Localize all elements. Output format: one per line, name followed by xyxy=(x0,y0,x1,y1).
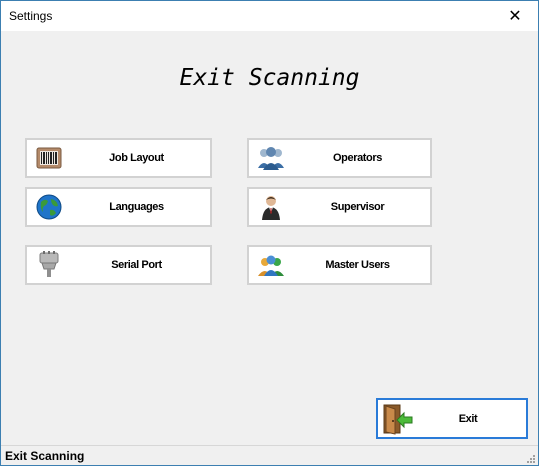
window-title: Settings xyxy=(9,9,53,23)
serial-port-icon xyxy=(39,251,59,277)
globe-icon xyxy=(36,194,62,220)
title-bar: Settings ✕ xyxy=(1,1,538,31)
operators-icon xyxy=(258,147,284,170)
exit-door-icon xyxy=(383,404,413,435)
operators-button[interactable]: Operators xyxy=(247,138,432,178)
serial-port-button[interactable]: Serial Port xyxy=(25,245,212,285)
master-users-label: Master Users xyxy=(325,259,390,271)
job-layout-label: Job Layout xyxy=(109,152,164,164)
exit-label: Exit xyxy=(458,412,478,425)
languages-button[interactable]: Languages xyxy=(25,187,212,227)
barcode-icon xyxy=(36,147,62,169)
master-users-icon xyxy=(258,255,284,276)
close-button[interactable]: ✕ xyxy=(492,1,538,31)
resize-grip-icon[interactable] xyxy=(524,452,536,464)
status-text: Exit Scanning xyxy=(5,449,85,463)
supervisor-icon xyxy=(262,196,280,220)
page-heading: Exit Scanning xyxy=(179,65,360,91)
operators-label: Operators xyxy=(333,152,382,164)
status-bar: Exit Scanning xyxy=(1,445,538,465)
supervisor-label: Supervisor xyxy=(330,201,385,213)
exit-button[interactable]: Exit xyxy=(376,398,528,439)
languages-label: Languages xyxy=(109,201,164,213)
serial-port-label: Serial Port xyxy=(111,259,162,271)
job-layout-button[interactable]: Job Layout xyxy=(25,138,212,178)
supervisor-button[interactable]: Supervisor xyxy=(247,187,432,227)
master-users-button[interactable]: Master Users xyxy=(247,245,432,285)
settings-window: Settings ✕ Exit Scanning Job Layout Oper… xyxy=(0,0,539,466)
